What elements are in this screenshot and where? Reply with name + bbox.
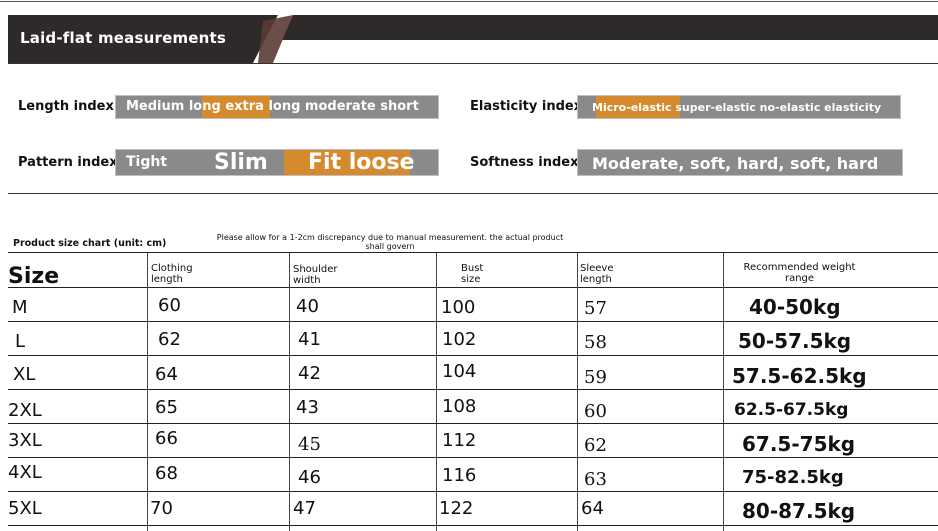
table-rule <box>8 423 938 424</box>
table-rule <box>8 457 938 458</box>
table-cell-shoulder: 46 <box>298 467 321 488</box>
table-cell-size: 4XL <box>8 462 42 483</box>
pattern-index-label: Pattern index <box>18 155 118 170</box>
softness-index-label: Softness index <box>470 155 579 170</box>
table-cell-weight: 62.5-67.5kg <box>734 400 849 420</box>
table-cell-size: XL <box>13 364 36 385</box>
table-cell-size: 3XL <box>8 430 42 451</box>
measurement-note: Please allow for a 1-2cm discrepancy due… <box>216 233 564 251</box>
elasticity-index-text: Micro-elastic super-elastic no-elastic e… <box>592 101 882 114</box>
col-header-size: Size <box>8 264 60 289</box>
table-cell-sleeve: 63 <box>584 469 607 490</box>
table-cell-weight: 40-50kg <box>749 295 841 319</box>
column-divider <box>436 253 437 531</box>
table-cell-shoulder: 47 <box>293 498 316 519</box>
size-chart-title: Product size chart (unit: cm) <box>13 238 167 249</box>
col-header-weight: Recommended weight range <box>743 262 856 284</box>
table-cell-bust: 108 <box>442 396 477 417</box>
table-cell-size: L <box>15 331 26 352</box>
col-header-shoulder: Shoulder width <box>293 264 338 286</box>
table-cell-shoulder: 41 <box>298 329 321 350</box>
length-index-text: Medium long extra long moderate short <box>126 99 419 114</box>
length-index-bar: Medium long extra long moderate short <box>115 95 439 119</box>
pattern-word-fit-loose: Fit loose <box>308 150 415 175</box>
divider <box>8 63 938 64</box>
table-cell-sleeve: 60 <box>584 401 607 422</box>
pattern-index-bar: Tight Slim Fit loose <box>115 149 439 176</box>
table-cell-size: M <box>12 297 28 318</box>
table-cell-sleeve: 62 <box>584 435 607 456</box>
column-divider <box>147 253 148 531</box>
col-header-length: Clothing length <box>151 263 193 285</box>
table-cell-bust: 104 <box>442 361 477 382</box>
top-frame-line <box>0 1 938 2</box>
table-cell-weight: 50-57.5kg <box>738 329 852 353</box>
table-cell-sleeve: 57 <box>584 298 607 319</box>
table-cell-bust: 100 <box>441 297 476 318</box>
elasticity-index-bar: Micro-elastic super-elastic no-elastic e… <box>577 95 901 119</box>
table-cell-bust: 122 <box>439 498 474 519</box>
table-rule <box>8 491 938 492</box>
header-banner: Laid-flat measurements <box>8 15 938 63</box>
table-cell-length: 68 <box>155 463 178 484</box>
softness-index-bar: Moderate, soft, hard, soft, hard <box>577 149 903 176</box>
page-title: Laid-flat measurements <box>20 29 227 47</box>
table-cell-bust: 112 <box>442 430 477 451</box>
table-cell-sleeve: 58 <box>584 332 607 353</box>
table-cell-length: 65 <box>155 397 178 418</box>
col-header-sleeve: Sleeve length <box>580 263 614 285</box>
divider <box>8 193 938 194</box>
table-cell-weight: 80-87.5kg <box>742 499 856 523</box>
table-cell-length: 70 <box>150 498 173 519</box>
table-rule <box>8 355 938 356</box>
table-cell-weight: 57.5-62.5kg <box>732 364 867 388</box>
table-rule <box>8 389 938 390</box>
pattern-index-text: Tight <box>126 154 168 170</box>
elasticity-index-label: Elasticity index <box>470 99 583 114</box>
column-divider <box>723 253 724 531</box>
table-cell-shoulder: 43 <box>296 397 319 418</box>
column-divider <box>577 253 578 531</box>
table-cell-bust: 102 <box>442 329 477 350</box>
table-cell-size: 5XL <box>8 498 42 519</box>
table-rule <box>8 525 938 526</box>
table-cell-length: 66 <box>155 428 178 449</box>
table-cell-weight: 67.5-75kg <box>742 432 856 456</box>
table-cell-length: 64 <box>155 364 178 385</box>
softness-index-text: Moderate, soft, hard, soft, hard <box>592 154 879 173</box>
table-cell-bust: 116 <box>442 465 477 486</box>
table-cell-size: 2XL <box>8 400 42 421</box>
table-cell-shoulder: 42 <box>298 363 321 384</box>
table-rule <box>8 321 938 322</box>
table-cell-sleeve: 59 <box>584 367 607 388</box>
table-cell-weight: 75-82.5kg <box>742 467 844 488</box>
table-cell-shoulder: 40 <box>296 296 319 317</box>
table-cell-length: 60 <box>158 295 181 316</box>
column-divider <box>289 253 290 531</box>
table-cell-sleeve: 64 <box>581 498 604 519</box>
pattern-word-slim: Slim <box>214 150 268 175</box>
col-header-bust: Bust size <box>461 263 484 285</box>
length-index-label: Length index <box>18 99 114 114</box>
table-cell-shoulder: 45 <box>298 434 321 455</box>
table-cell-length: 62 <box>158 329 181 350</box>
